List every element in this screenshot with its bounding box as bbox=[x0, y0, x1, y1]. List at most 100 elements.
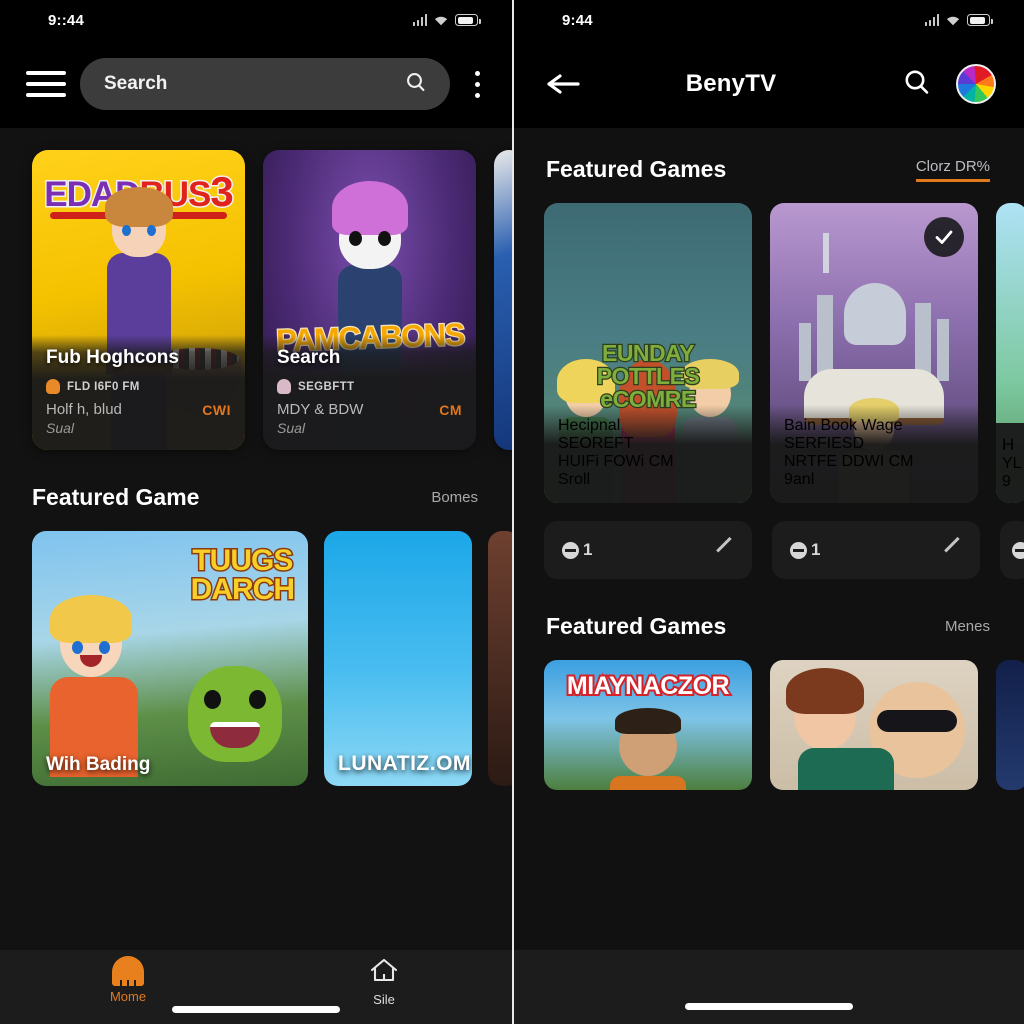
home-indicator bbox=[685, 1003, 853, 1010]
wifi-icon bbox=[946, 15, 960, 26]
coin-icon bbox=[562, 541, 579, 559]
section-link[interactable]: Menes bbox=[945, 618, 990, 635]
thumb-card-partial[interactable] bbox=[488, 531, 512, 786]
right-bottom-bar bbox=[514, 950, 1024, 1024]
battery-icon bbox=[455, 14, 481, 26]
section-link[interactable]: Clorz DR% bbox=[915, 158, 990, 182]
card-tag: CWI bbox=[202, 401, 231, 418]
pill-row[interactable]: 1 1 bbox=[514, 503, 1024, 579]
card-subtitle: 9anl bbox=[784, 471, 815, 488]
featured-game-section-header: Featured Game Bomes bbox=[0, 450, 512, 511]
right-scroll-body[interactable]: Featured Games Clorz DR% EUNDAY POTTLES bbox=[514, 128, 1024, 1024]
card-subtitle: Sroll bbox=[558, 471, 591, 488]
card-title: Search bbox=[277, 347, 341, 368]
home-icon bbox=[369, 956, 399, 989]
status-time: 9::44 bbox=[48, 11, 85, 29]
hero-card[interactable]: EDADBUS3 Fub Hoghcons FLD I6F0 FM Holf h… bbox=[32, 150, 245, 450]
thumb-card[interactable]: TUUGS DARCH Wih Bading bbox=[32, 531, 308, 786]
card-title: Hecipnal bbox=[558, 417, 621, 434]
slash-icon[interactable] bbox=[717, 542, 734, 559]
left-status-bar: 9::44 bbox=[0, 0, 512, 40]
hero-card-meta: Bain Book Wage SERFIESD NRTFE DDWI CM 9a… bbox=[770, 405, 978, 503]
hamburger-menu-icon[interactable] bbox=[26, 70, 66, 98]
pill-button[interactable]: 1 bbox=[544, 521, 752, 579]
section-title: Featured Games bbox=[546, 156, 727, 182]
featured-games-section-header-two: Featured Games Menes bbox=[514, 579, 1024, 640]
hero-card-meta: Fub Hoghcons FLD I6F0 FM Holf h, blud CW… bbox=[32, 335, 245, 450]
card-subtitle: Sual bbox=[277, 420, 306, 436]
home-indicator bbox=[172, 1006, 340, 1013]
hero-card-meta: H YL 9 bbox=[996, 423, 1024, 503]
thumb-card[interactable] bbox=[770, 660, 978, 790]
thumb-card-partial[interactable] bbox=[996, 660, 1024, 790]
hero-card-art bbox=[494, 150, 512, 450]
character-art bbox=[770, 660, 978, 790]
nav-item-sile[interactable]: Sile bbox=[256, 956, 512, 1007]
section-title: Featured Games bbox=[546, 613, 727, 639]
signal-icon bbox=[412, 14, 427, 26]
card-desc-row: MDY & BDW CM bbox=[277, 401, 462, 418]
right-hero-carousel[interactable]: EUNDAY POTTLES eCOMRE Hecipnal SEOREFT H… bbox=[514, 183, 1024, 503]
pill-value: 1 bbox=[811, 540, 821, 559]
publisher-row: SEGBFTT bbox=[277, 379, 462, 394]
bottom-navigation-bar: Mome Sile bbox=[0, 950, 512, 1024]
dual-phone-screenshot: 9::44 Search EDADBUS3 Fub Hoghcons FLD I… bbox=[0, 0, 1024, 1024]
publisher-icon bbox=[277, 379, 291, 394]
check-icon[interactable] bbox=[924, 217, 964, 257]
search-icon[interactable] bbox=[902, 67, 932, 102]
status-time: 9:44 bbox=[562, 11, 593, 29]
left-app-bar: Search bbox=[0, 40, 512, 128]
publisher-icon bbox=[46, 379, 60, 394]
card-title: Fub Hoghcons bbox=[46, 347, 179, 368]
thumb-card[interactable]: LUNATIZ.OM bbox=[324, 531, 472, 786]
search-input[interactable]: Search bbox=[80, 58, 450, 110]
publisher-row: FLD I6F0 FM bbox=[46, 379, 231, 394]
featured-games-section-header-one: Featured Games Clorz DR% bbox=[514, 128, 1024, 183]
thumb-card[interactable]: MIAYNACZOR bbox=[544, 660, 752, 790]
kebab-menu-icon[interactable] bbox=[464, 64, 490, 104]
card-title: H bbox=[1002, 435, 1015, 454]
nav-label: Mome bbox=[109, 989, 147, 1004]
hero-card-partial[interactable] bbox=[494, 150, 512, 450]
publisher-row: SEOREFT bbox=[558, 435, 738, 453]
wifi-icon bbox=[434, 15, 448, 26]
publisher-name: FLD I6F0 FM bbox=[67, 380, 140, 393]
card-desc-row: NRTFE DDWI CM bbox=[784, 453, 964, 471]
thumb-caption: LUNATIZ.OM bbox=[338, 752, 471, 775]
hero-card[interactable]: Bain Book Wage SERFIESD NRTFE DDWI CM 9a… bbox=[770, 203, 978, 503]
hero-card-partial[interactable]: H YL 9 bbox=[996, 203, 1024, 503]
pill-button[interactable]: 1 bbox=[772, 521, 980, 579]
battery-icon bbox=[967, 14, 993, 26]
left-scroll-body[interactable]: EDADBUS3 Fub Hoghcons FLD I6F0 FM Holf h… bbox=[0, 128, 512, 1024]
thumb-logo: MIAYNACZOR bbox=[565, 670, 732, 702]
search-icon[interactable] bbox=[404, 70, 428, 99]
hero-card-meta: Search SEGBFTT MDY & BDW CM Sual bbox=[263, 335, 476, 450]
card-subtitle: Sual bbox=[46, 420, 75, 436]
card-tag: CM bbox=[648, 453, 674, 470]
monster-art bbox=[188, 666, 286, 786]
pill-button-partial[interactable] bbox=[1000, 521, 1024, 579]
palace-art bbox=[799, 233, 949, 381]
thumb-caption: Wih Bading bbox=[46, 754, 151, 775]
pill-value-group: 1 bbox=[562, 540, 592, 560]
hero-card[interactable]: EUNDAY POTTLES eCOMRE Hecipnal SEOREFT H… bbox=[544, 203, 752, 503]
page-title: BenyTV bbox=[685, 70, 777, 97]
coin-icon bbox=[1012, 541, 1024, 559]
right-thumb-carousel[interactable]: MIAYNACZOR bbox=[514, 640, 1024, 790]
left-hero-carousel[interactable]: EDADBUS3 Fub Hoghcons FLD I6F0 FM Holf h… bbox=[0, 128, 512, 450]
status-icons bbox=[412, 14, 481, 26]
pill-value: 1 bbox=[583, 540, 593, 559]
left-thumb-carousel[interactable]: TUUGS DARCH Wih Bading LUNATIZ.OM bbox=[0, 511, 512, 786]
card-desc-row: Holf h, blud CWI bbox=[46, 401, 231, 418]
hero-card[interactable]: PAMCABONS Search SEGBFTT MDY & BDW CM Su… bbox=[263, 150, 476, 450]
ghost-icon bbox=[112, 956, 144, 986]
slash-icon[interactable] bbox=[945, 542, 962, 559]
nav-item-mome[interactable]: Mome bbox=[0, 956, 256, 1004]
profile-avatar[interactable] bbox=[956, 64, 996, 104]
publisher-row: SERFIESD bbox=[784, 435, 964, 453]
right-phone-screen: 9:44 BenyTV Featured Games Clorz DR% EUN… bbox=[512, 0, 1024, 1024]
card-title: Bain Book Wage bbox=[784, 417, 903, 434]
card-description: MDY & BDW bbox=[277, 401, 364, 418]
thumb-logo: TUUGS DARCH bbox=[189, 544, 296, 606]
section-link[interactable]: Bomes bbox=[431, 489, 478, 506]
